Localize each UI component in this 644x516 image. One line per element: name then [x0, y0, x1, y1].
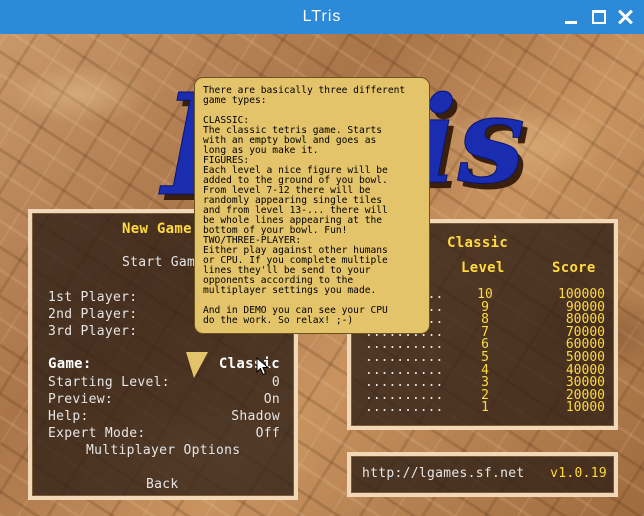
window-title: LTris — [302, 8, 342, 25]
highscore-row: .......... 3 30000 — [365, 375, 605, 390]
game-type-tooltip: There are basically three different game… — [194, 77, 430, 334]
app-window: LTris L is New Game Start Game 1st Playe… — [0, 0, 644, 516]
mouse-pointer-icon — [256, 357, 270, 376]
expert-mode-label[interactable]: Expert Mode: — [48, 426, 146, 441]
multiplayer-options-button[interactable]: Multiplayer Options — [86, 443, 240, 458]
score-column-header: Score — [552, 260, 596, 276]
player-3-label[interactable]: 3rd Player: — [48, 324, 137, 339]
footer-panel: http://lgames.sf.net v1.0.19 — [347, 452, 618, 497]
highscore-name: .......... — [365, 400, 444, 416]
highscore-row: .......... 5 50000 — [365, 350, 605, 365]
highscore-row: .......... 6 60000 — [365, 337, 605, 352]
preview-value[interactable]: On — [264, 392, 280, 407]
highscore-row: .......... 4 40000 — [365, 363, 605, 378]
tooltip-tail — [186, 352, 208, 378]
starting-level-label[interactable]: Starting Level: — [48, 375, 170, 390]
highscore-row: .......... 1 10000 — [365, 400, 605, 416]
expert-mode-value[interactable]: Off — [256, 426, 280, 441]
tooltip-text: There are basically three different game… — [203, 85, 406, 326]
highscore-row: .......... 2 20000 — [365, 388, 605, 403]
back-button[interactable]: Back — [146, 477, 179, 492]
menu-title: New Game — [122, 221, 192, 237]
highscore-score: 10000 — [565, 400, 605, 416]
website-link[interactable]: http://lgames.sf.net — [362, 466, 525, 481]
title-bar[interactable]: LTris — [0, 0, 644, 34]
help-value[interactable]: Shadow — [231, 409, 280, 424]
close-icon[interactable] — [617, 9, 633, 25]
start-game-button[interactable]: Start Game — [122, 255, 203, 270]
level-column-header: Level — [461, 260, 505, 276]
starting-level-value[interactable]: 0 — [272, 375, 280, 390]
game-type-value[interactable]: Classic — [219, 356, 280, 372]
highscore-level: 1 — [481, 400, 489, 416]
minimize-icon[interactable] — [563, 9, 579, 25]
preview-label[interactable]: Preview: — [48, 392, 113, 407]
version-label: v1.0.19 — [550, 466, 607, 481]
game-type-label[interactable]: Game: — [48, 356, 92, 372]
player-2-label[interactable]: 2nd Player: — [48, 307, 137, 322]
player-1-label[interactable]: 1st Player: — [48, 290, 137, 305]
highscore-title: Classic — [447, 235, 509, 251]
maximize-icon[interactable] — [591, 9, 607, 25]
help-label[interactable]: Help: — [48, 409, 89, 424]
